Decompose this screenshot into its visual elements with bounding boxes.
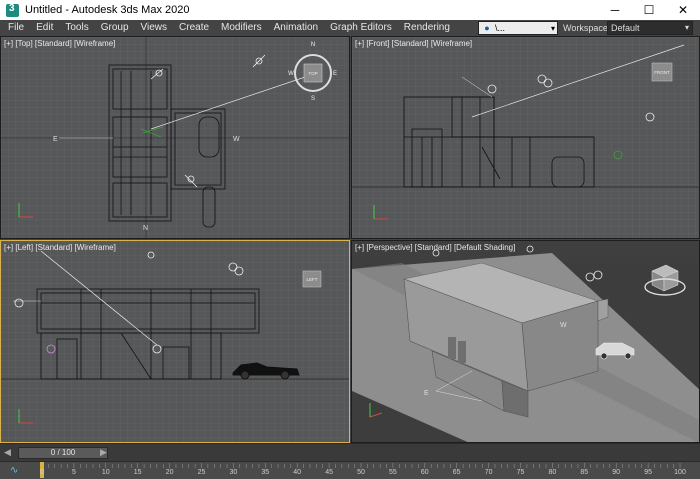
viewport-front-label[interactable]: [+] [Front] [Standard] [Wireframe] bbox=[355, 39, 472, 48]
menu-edit[interactable]: Edit bbox=[30, 20, 59, 36]
viewport-left[interactable]: LEFT [+] [Left] [Standard] [Wireframe] bbox=[0, 240, 350, 443]
minimize-button[interactable]: ─ bbox=[598, 0, 632, 20]
menu-create[interactable]: Create bbox=[173, 20, 215, 36]
svg-text:E: E bbox=[53, 136, 58, 143]
menu-rendering[interactable]: Rendering bbox=[398, 20, 456, 36]
svg-text:N: N bbox=[143, 225, 148, 232]
ruler-tick-label: 20 bbox=[165, 469, 174, 476]
ruler-tick-label: 65 bbox=[452, 469, 461, 476]
viewcube-left-face: LEFT bbox=[306, 277, 317, 282]
viewport-left-label[interactable]: [+] [Left] [Standard] [Wireframe] bbox=[4, 243, 116, 252]
ruler-tick-label: 30 bbox=[229, 469, 238, 476]
maximize-button[interactable]: ☐ bbox=[632, 0, 666, 20]
chevron-down-icon: ▾ bbox=[550, 23, 555, 33]
compass-south-label: S bbox=[311, 96, 315, 102]
ruler-tick-label: 15 bbox=[133, 469, 142, 476]
menu-graph-editors[interactable]: Graph Editors bbox=[324, 20, 398, 36]
menu-views[interactable]: Views bbox=[135, 20, 174, 36]
menu-group[interactable]: Group bbox=[95, 20, 135, 36]
window-title: Untitled - Autodesk 3ds Max 2020 bbox=[25, 4, 190, 16]
ruler-tick-label: 70 bbox=[484, 469, 493, 476]
svg-text:W: W bbox=[233, 136, 240, 143]
menu-file[interactable]: File bbox=[0, 20, 30, 36]
ruler-tick-label: 10 bbox=[101, 469, 110, 476]
viewport-front[interactable]: FRONT [+] [Front] [Standard] [Wireframe] bbox=[351, 36, 700, 239]
compass-west-label: W bbox=[288, 71, 294, 77]
viewcube: FRONT bbox=[651, 62, 673, 82]
viewcube: LEFT bbox=[302, 270, 322, 288]
menu-bar: File Edit Tools Group Views Create Modif… bbox=[0, 20, 700, 36]
ruler-tick-label: 60 bbox=[420, 469, 429, 476]
next-frame-icon[interactable]: ▶ bbox=[100, 447, 107, 458]
time-slider[interactable]: ◀ 0 / 100 ▶ bbox=[0, 443, 700, 461]
ruler-tick-label: 45 bbox=[325, 469, 333, 476]
viewcube-top-face: TOP bbox=[308, 71, 317, 76]
user-icon: ● bbox=[484, 23, 490, 33]
ruler-tick-label: 100 bbox=[674, 469, 686, 476]
ruler-tick-label: 50 bbox=[357, 469, 365, 476]
chevron-down-icon: ▾ bbox=[684, 23, 689, 32]
menu-modifiers[interactable]: Modifiers bbox=[215, 20, 268, 36]
track-bar[interactable]: ∿ 0 5 10 15 20 25 30 35 40 45 50 55 60 65 70 75 80 85 90 95… bbox=[0, 461, 700, 479]
ruler-tick-label: 85 bbox=[580, 469, 589, 476]
ruler-tick-label: 80 bbox=[548, 469, 557, 476]
workspaces-value: Default bbox=[611, 23, 640, 33]
ruler-tick-label: 75 bbox=[516, 469, 525, 476]
compass-east-label: E bbox=[333, 71, 337, 77]
title-bar: Untitled - Autodesk 3ds Max 2020 ─ ☐ ✕ bbox=[0, 0, 700, 20]
ruler-tick-label: 90 bbox=[612, 469, 621, 476]
app-logo-icon bbox=[6, 3, 19, 17]
viewcube-front-face: FRONT bbox=[654, 70, 670, 75]
close-button[interactable]: ✕ bbox=[666, 0, 700, 20]
viewport-perspective-label[interactable]: [+] [Perspective] [Standard] [Default Sh… bbox=[355, 243, 515, 252]
previous-frame-icon[interactable]: ◀ bbox=[4, 447, 11, 458]
viewport-perspective[interactable]: E W [+] [Perspective] [Standard] [Defaul… bbox=[351, 240, 700, 443]
menu-tools[interactable]: Tools bbox=[59, 20, 94, 36]
ruler-tick-label: 5 bbox=[71, 469, 76, 476]
svg-text:E: E bbox=[424, 390, 429, 397]
viewport-left-scene: LEFT bbox=[1, 241, 349, 442]
ruler-tick-label: 0 bbox=[40, 469, 44, 476]
ruler-tick-label: 25 bbox=[197, 469, 206, 476]
viewport-top[interactable]: E W N N S W E TOP [+] [Top] [Standard] [… bbox=[0, 36, 350, 239]
svg-text:W: W bbox=[560, 322, 567, 329]
ruler-tick-label: 95 bbox=[644, 469, 652, 476]
time-slider-track[interactable] bbox=[112, 447, 696, 459]
viewport-front-scene: FRONT bbox=[352, 37, 699, 238]
ruler-tick-label: 40 bbox=[293, 469, 302, 476]
time-slider-thumb[interactable]: 0 / 100 bbox=[18, 447, 108, 459]
ruler-tick-label: 55 bbox=[388, 469, 397, 476]
compass-north-label: N bbox=[311, 42, 315, 48]
viewport-perspective-scene: E W bbox=[352, 245, 699, 442]
menu-animation[interactable]: Animation bbox=[268, 20, 324, 36]
workspaces-dropdown[interactable]: Default ▾ bbox=[607, 21, 693, 35]
ruler-tick-label: 35 bbox=[261, 469, 270, 476]
user-account-value: \... bbox=[495, 23, 506, 33]
viewport-top-scene: E W N N S W E TOP bbox=[1, 37, 349, 238]
viewport-top-label[interactable]: [+] [Top] [Standard] [Wireframe] bbox=[4, 39, 115, 48]
user-account-dropdown[interactable]: ● \... ▾ bbox=[478, 21, 558, 35]
